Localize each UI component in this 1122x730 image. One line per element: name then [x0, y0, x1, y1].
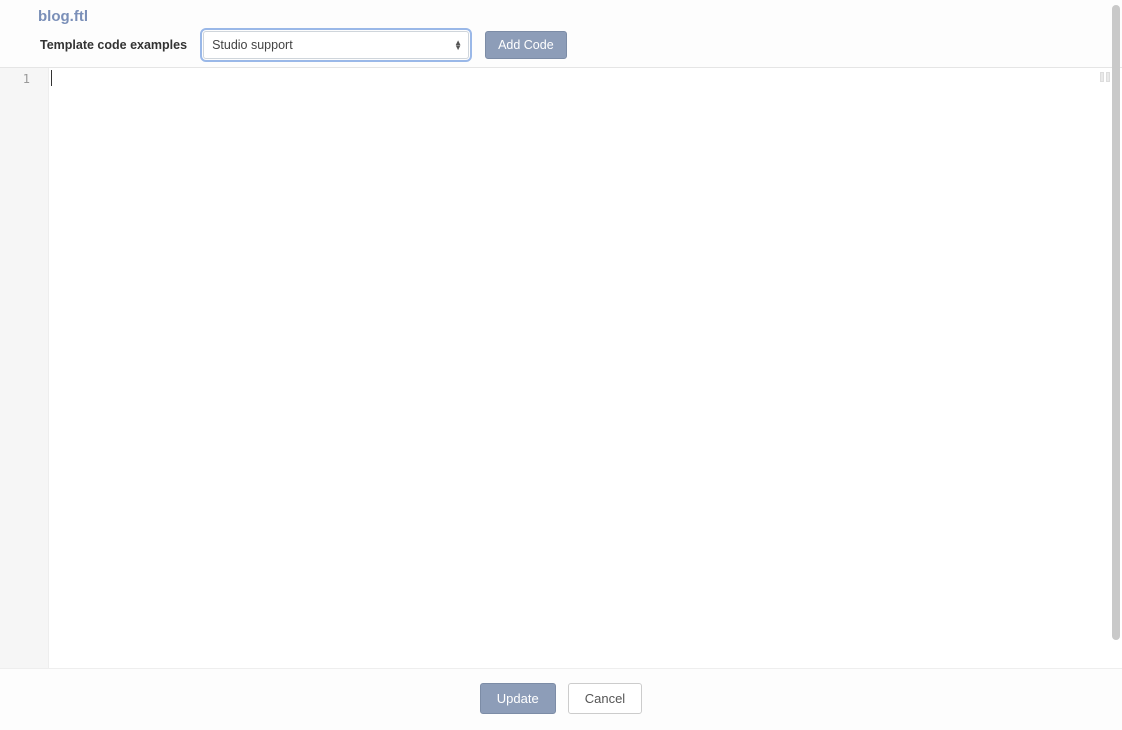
editor-header: blog.ftl Template code examples Studio s… — [0, 0, 1122, 68]
template-examples-label: Template code examples — [40, 38, 187, 52]
file-title: blog.ftl — [38, 8, 1110, 25]
line-number: 1 — [4, 72, 30, 86]
toolbar: Template code examples Studio support ▲ … — [40, 31, 1110, 59]
code-editor: 1 — [0, 68, 1122, 668]
add-code-button[interactable]: Add Code — [485, 31, 567, 59]
editor-textarea[interactable] — [48, 68, 1122, 668]
template-select[interactable]: Studio support ▲ ▼ — [203, 31, 469, 59]
scrollbar-thumb[interactable] — [1112, 5, 1120, 640]
footer-buttons: Update Cancel — [480, 683, 642, 714]
editor-footer: Update Cancel — [0, 668, 1122, 730]
cancel-button[interactable]: Cancel — [568, 683, 642, 714]
cursor-icon — [51, 70, 52, 86]
line-number-gutter: 1 — [0, 68, 48, 668]
update-button[interactable]: Update — [480, 683, 556, 714]
scrollbar[interactable] — [1112, 5, 1120, 640]
template-editor-page: blog.ftl Template code examples Studio s… — [0, 0, 1122, 730]
select-arrows-icon: ▲ ▼ — [454, 40, 462, 50]
template-select-value: Studio support — [212, 38, 293, 52]
